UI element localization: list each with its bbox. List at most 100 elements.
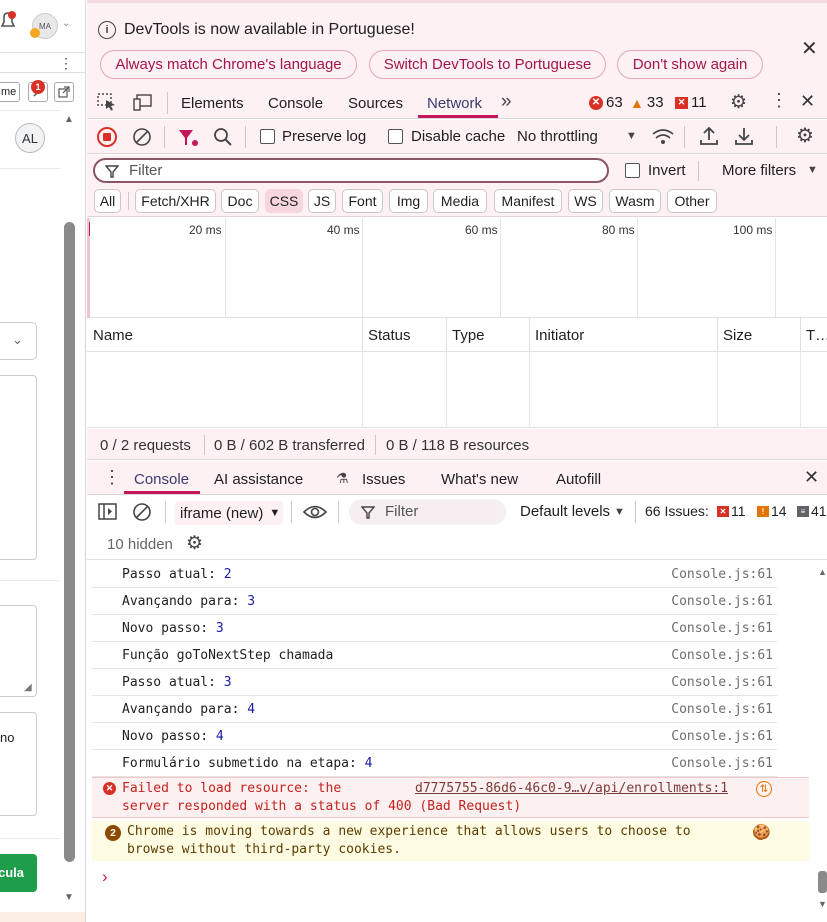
tab-console[interactable]: Console xyxy=(268,95,323,112)
context-select[interactable]: iframe (new) ▼ xyxy=(175,501,283,525)
network-conditions-icon[interactable] xyxy=(651,128,675,149)
source-link[interactable]: Console.js:61 xyxy=(671,648,773,663)
type-filter-doc[interactable]: Doc xyxy=(221,189,259,213)
drawer-tab-whats-new[interactable]: What's new xyxy=(441,471,518,488)
drawer-tab-issues[interactable]: Issues xyxy=(362,471,405,488)
export-har-icon[interactable] xyxy=(734,126,754,149)
show-sidebar-icon[interactable] xyxy=(98,503,118,524)
action-button[interactable]: cula xyxy=(0,854,37,892)
live-expression-eye-icon[interactable] xyxy=(302,503,328,524)
more-tabs-icon[interactable]: » xyxy=(501,91,512,113)
type-filter-font[interactable]: Font xyxy=(342,189,383,213)
switch-to-portuguese-button[interactable]: Switch DevTools to Portuguese xyxy=(369,50,606,79)
log-levels-select[interactable]: Default levels xyxy=(520,503,610,520)
source-link[interactable]: Console.js:61 xyxy=(671,702,773,717)
column-divider[interactable] xyxy=(529,318,530,352)
textarea-field[interactable] xyxy=(0,375,37,560)
disable-cache-checkbox[interactable] xyxy=(388,129,403,144)
column-header-name[interactable]: Name xyxy=(93,327,133,344)
close-drawer-icon[interactable]: ✕ xyxy=(804,467,819,488)
textarea-field[interactable]: ◢ xyxy=(0,605,37,697)
column-header-size[interactable]: Size xyxy=(723,327,752,344)
bell-icon[interactable] xyxy=(0,10,18,35)
more-vert-icon[interactable]: ⋮ xyxy=(770,90,788,111)
network-settings-gear-icon[interactable]: ⚙ xyxy=(796,123,814,148)
scroll-up-arrow-icon[interactable]: ▲ xyxy=(818,567,827,577)
column-header-type[interactable]: Type xyxy=(452,327,485,344)
column-divider[interactable] xyxy=(446,318,447,352)
issue-info-count[interactable]: ≡ 41 xyxy=(797,503,827,519)
close-icon[interactable]: ✕ xyxy=(801,36,818,61)
drawer-menu-icon[interactable]: ⋮ xyxy=(103,467,121,488)
type-filter-media[interactable]: Media xyxy=(433,189,487,213)
drawer-tab-ai-assistance[interactable]: AI assistance xyxy=(214,471,303,488)
filter-funnel-icon[interactable] xyxy=(178,128,200,151)
record-stop-button[interactable] xyxy=(97,127,117,147)
filter-input[interactable]: Filter xyxy=(93,158,609,183)
drawer-tab-autofill[interactable]: Autofill xyxy=(556,471,601,488)
select-field[interactable]: ⌄ xyxy=(0,322,37,360)
warning-counter[interactable]: ▲ 33 xyxy=(630,94,664,111)
always-match-language-button[interactable]: Always match Chrome's language xyxy=(100,50,357,79)
drawer-tab-console[interactable]: Console xyxy=(134,471,189,488)
open-external-icon[interactable] xyxy=(54,82,74,102)
issue-errors-count[interactable]: ✕ 11 xyxy=(717,503,746,519)
column-divider[interactable] xyxy=(362,318,363,352)
search-icon[interactable] xyxy=(213,127,233,150)
type-filter-all[interactable]: All xyxy=(94,189,121,213)
network-request-icon[interactable]: ⇅ xyxy=(756,781,772,797)
clear-console-icon[interactable] xyxy=(132,502,152,525)
console-settings-gear-icon[interactable]: ⚙ xyxy=(186,532,203,555)
throttling-select[interactable]: No throttling xyxy=(517,128,598,145)
device-toolbar-icon[interactable] xyxy=(133,94,153,114)
type-filter-wasm[interactable]: Wasm xyxy=(609,189,661,213)
issue-warnings-count[interactable]: ! 14 xyxy=(757,503,787,519)
type-filter-fetch-xhr[interactable]: Fetch/XHR xyxy=(135,189,216,213)
column-header-status[interactable]: Status xyxy=(368,327,411,344)
type-filter-ws[interactable]: WS xyxy=(568,189,603,213)
tab-elements[interactable]: Elements xyxy=(181,95,244,112)
type-filter-css[interactable]: CSS xyxy=(265,189,303,213)
scroll-down-arrow-icon[interactable]: ▼ xyxy=(818,899,827,909)
issues-label[interactable]: 66 Issues: xyxy=(645,503,709,519)
user-avatar[interactable]: AL xyxy=(15,123,45,153)
tab-network[interactable]: Network xyxy=(427,95,482,112)
import-har-icon[interactable] xyxy=(699,126,719,149)
console-scrollbar-thumb[interactable] xyxy=(818,871,827,893)
inspect-element-icon[interactable] xyxy=(97,93,117,114)
console-filter-input[interactable]: Filter xyxy=(349,499,506,525)
type-filter-img[interactable]: Img xyxy=(389,189,428,213)
dont-show-again-button[interactable]: Don't show again xyxy=(617,50,763,79)
cookie-icon[interactable]: 🍪 xyxy=(752,823,771,841)
scrollbar-thumb[interactable] xyxy=(64,222,75,862)
source-link[interactable]: Console.js:61 xyxy=(671,594,773,609)
scroll-up-arrow-icon[interactable]: ▲ xyxy=(64,114,74,125)
timeline-overview[interactable]: 20 ms 40 ms 60 ms 80 ms 100 ms xyxy=(87,218,827,318)
issues-counter[interactable]: ✕ 11 xyxy=(675,94,707,111)
chevron-down-icon[interactable]: ⌄ xyxy=(62,18,70,29)
settings-gear-icon[interactable]: ⚙ xyxy=(730,91,747,114)
more-filters-button[interactable]: More filters xyxy=(722,162,796,179)
source-link[interactable]: Console.js:61 xyxy=(671,621,773,636)
column-header-initiator[interactable]: Initiator xyxy=(535,327,584,344)
type-filter-other[interactable]: Other xyxy=(667,189,717,213)
source-link[interactable]: Console.js:61 xyxy=(671,756,773,771)
scroll-down-arrow-icon[interactable]: ▼ xyxy=(64,892,74,903)
preserve-log-checkbox[interactable] xyxy=(260,129,275,144)
more-vert-icon[interactable]: ⋮ xyxy=(59,55,73,72)
type-filter-js[interactable]: JS xyxy=(308,189,336,213)
tag-chip[interactable]: me xyxy=(0,82,20,102)
column-divider[interactable] xyxy=(800,318,801,352)
source-link[interactable]: Console.js:61 xyxy=(671,567,773,582)
column-header-time[interactable]: T… xyxy=(806,327,827,344)
error-counter[interactable]: ✕ 63 xyxy=(589,94,623,111)
source-link[interactable]: Console.js:61 xyxy=(671,675,773,690)
invert-checkbox[interactable] xyxy=(625,163,640,178)
column-divider[interactable] xyxy=(717,318,718,352)
source-link[interactable]: Console.js:61 xyxy=(671,729,773,744)
close-devtools-icon[interactable]: ✕ xyxy=(800,91,815,112)
clear-icon[interactable] xyxy=(132,127,152,150)
error-source-link[interactable]: d7775755-86d6-46c0-9…v/api/enrollments:1 xyxy=(415,781,728,796)
type-filter-manifest[interactable]: Manifest xyxy=(494,189,562,213)
resize-handle-icon[interactable]: ◢ xyxy=(24,682,32,693)
